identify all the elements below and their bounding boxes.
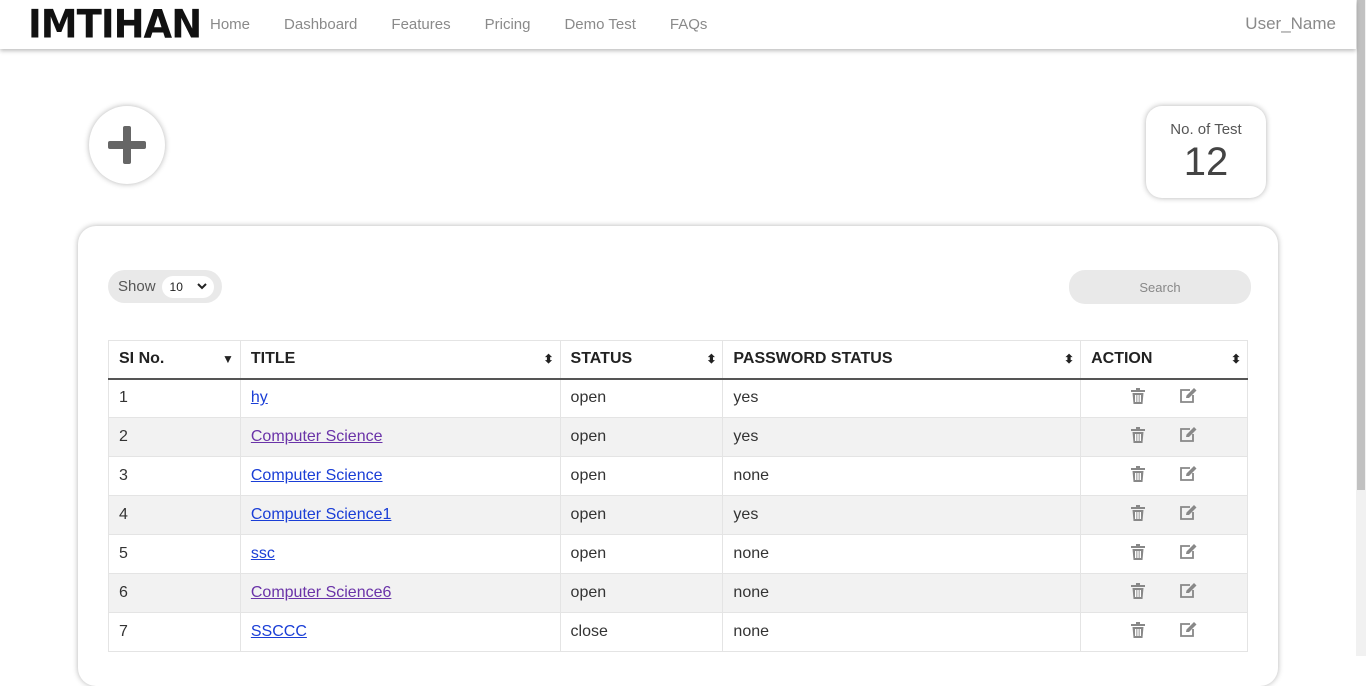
page-size-select[interactable]: 10 <box>161 275 214 298</box>
column-header-status[interactable]: STATUS ⬍ <box>559 340 724 380</box>
edit-icon[interactable] <box>1179 543 1197 565</box>
sort-icon: ⬍ <box>1230 352 1241 366</box>
cell-password-status: none <box>722 573 1082 613</box>
cell-status: open <box>559 573 724 613</box>
nav-home[interactable]: Home <box>210 16 250 33</box>
cell-si-no: 1 <box>108 378 241 418</box>
add-test-button[interactable] <box>89 106 165 184</box>
table-row: 1 hy open yes <box>108 378 1248 418</box>
trash-icon[interactable] <box>1131 582 1146 604</box>
cell-action <box>1080 612 1248 652</box>
edit-icon[interactable] <box>1179 426 1197 448</box>
cell-status: open <box>559 417 724 457</box>
cell-password-status: yes <box>722 495 1082 535</box>
column-header-si-no[interactable]: SI No. ▼ <box>108 340 241 380</box>
table-row: 7 SSCCC close none <box>108 612 1248 652</box>
scrollbar-thumb[interactable] <box>1357 0 1365 490</box>
nav-features[interactable]: Features <box>391 16 450 33</box>
sort-desc-icon: ▼ <box>221 352 234 366</box>
page-size-control: Show 10 <box>108 270 222 303</box>
test-title-link[interactable]: SSCCC <box>251 623 307 640</box>
test-title-link[interactable]: Computer Science <box>251 428 383 445</box>
cell-status: close <box>559 612 724 652</box>
edit-icon[interactable] <box>1179 582 1197 604</box>
test-title-link[interactable]: hy <box>251 389 268 406</box>
tests-panel: Show 10 SI No.▼ TITLE⬍ STATUS⬍ PASSWORD … <box>78 226 1278 686</box>
cell-title: Computer Science <box>239 417 561 457</box>
trash-icon[interactable] <box>1131 504 1146 526</box>
column-header-title[interactable]: TITLE ⬍ <box>239 340 561 380</box>
navbar: IMTIHAN Home Dashboard Features Pricing … <box>0 0 1356 49</box>
page-scrollbar[interactable] <box>1356 0 1366 656</box>
sort-icon: ⬍ <box>1064 352 1075 366</box>
show-label: Show <box>118 278 156 295</box>
cell-si-no: 3 <box>108 456 241 496</box>
table-row: 4 Computer Science1 open yes <box>108 495 1248 535</box>
cell-si-no: 2 <box>108 417 241 457</box>
chevron-down-icon <box>196 283 207 290</box>
cell-title: Computer Science1 <box>239 495 561 535</box>
nav-links: Home Dashboard Features Pricing Demo Tes… <box>210 16 741 33</box>
cell-si-no: 4 <box>108 495 241 535</box>
cell-title: Computer Science6 <box>239 573 561 613</box>
sort-icon: ⬍ <box>543 352 554 366</box>
table-header-row: SI No. ▼ TITLE ⬍ STATUS ⬍ PASSWORD STATUS ⬍ … <box>108 340 1248 380</box>
table-row: 6 Computer Science6 open none <box>108 573 1248 613</box>
user-menu[interactable]: User_Name <box>1245 14 1336 34</box>
test-title-link[interactable]: Computer Science <box>251 467 383 484</box>
edit-icon[interactable] <box>1179 465 1197 487</box>
cell-si-no: 6 <box>108 573 241 613</box>
cell-title: Computer Science <box>239 456 561 496</box>
edit-icon[interactable] <box>1179 621 1197 643</box>
cell-si-no: 7 <box>108 612 241 652</box>
cell-status: open <box>559 378 724 418</box>
trash-icon[interactable] <box>1131 621 1146 643</box>
sort-icon: ⬍ <box>706 352 717 366</box>
cell-action <box>1080 417 1248 457</box>
test-title-link[interactable]: Computer Science1 <box>251 506 392 523</box>
table-row: 3 Computer Science open none <box>108 456 1248 496</box>
trash-icon[interactable] <box>1131 543 1146 565</box>
test-count-card: No. of Test 12 <box>1146 106 1266 198</box>
test-title-link[interactable]: ssc <box>251 545 275 562</box>
trash-icon[interactable] <box>1131 465 1146 487</box>
test-count-value: 12 <box>1183 140 1229 184</box>
test-count-label: No. of Test <box>1170 121 1242 138</box>
cell-password-status: none <box>722 612 1082 652</box>
edit-icon[interactable] <box>1179 504 1197 526</box>
cell-si-no: 5 <box>108 534 241 574</box>
test-title-link[interactable]: Computer Science6 <box>251 584 392 601</box>
nav-faqs[interactable]: FAQs <box>670 16 708 33</box>
table-row: 2 Computer Science open yes <box>108 417 1248 457</box>
cell-password-status: yes <box>722 378 1082 418</box>
trash-icon[interactable] <box>1131 387 1146 409</box>
cell-action <box>1080 378 1248 418</box>
cell-status: open <box>559 456 724 496</box>
cell-title: ssc <box>239 534 561 574</box>
table-row: 5 ssc open none <box>108 534 1248 574</box>
cell-password-status: yes <box>722 417 1082 457</box>
column-header-action[interactable]: ACTION ⬍ <box>1080 340 1248 380</box>
nav-demo-test[interactable]: Demo Test <box>564 16 635 33</box>
cell-title: SSCCC <box>239 612 561 652</box>
cell-action <box>1080 495 1248 535</box>
cell-password-status: none <box>722 534 1082 574</box>
nav-dashboard[interactable]: Dashboard <box>284 16 357 33</box>
cell-title: hy <box>239 378 561 418</box>
cell-action <box>1080 534 1248 574</box>
cell-status: open <box>559 495 724 535</box>
search-input[interactable] <box>1069 270 1251 304</box>
tests-table: SI No. ▼ TITLE ⬍ STATUS ⬍ PASSWORD STATUS ⬍ … <box>108 340 1248 652</box>
nav-pricing[interactable]: Pricing <box>485 16 531 33</box>
logo[interactable]: IMTIHAN <box>28 2 202 47</box>
column-header-password-status[interactable]: PASSWORD STATUS ⬍ <box>722 340 1082 380</box>
cell-action <box>1080 573 1248 613</box>
cell-password-status: none <box>722 456 1082 496</box>
edit-icon[interactable] <box>1179 387 1197 409</box>
cell-action <box>1080 456 1248 496</box>
trash-icon[interactable] <box>1131 426 1146 448</box>
page-size-value: 10 <box>169 279 183 294</box>
cell-status: open <box>559 534 724 574</box>
